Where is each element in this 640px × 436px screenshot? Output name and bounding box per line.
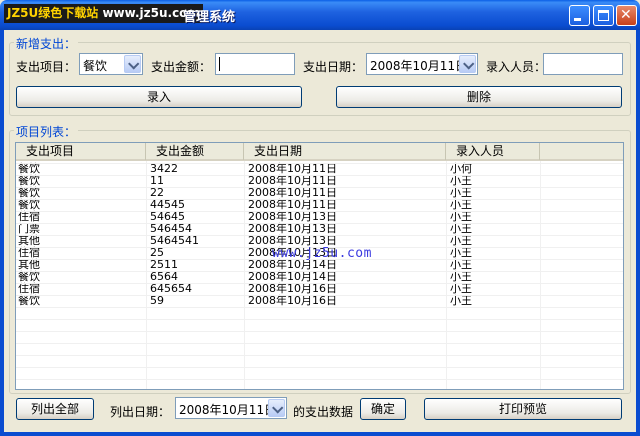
grid-line <box>16 379 623 380</box>
grid-line <box>16 175 623 176</box>
close-icon: ✕ <box>620 7 632 23</box>
window-frame-left <box>0 30 4 436</box>
expense-list-group-title: 项目列表： <box>14 123 79 140</box>
table-cell: 59 <box>150 294 164 307</box>
entry-person-label: 录入人员： <box>486 60 547 74</box>
grid-line <box>16 307 623 308</box>
site-logo: JZ5U绿色下载站 www.jz5u.com <box>4 4 203 23</box>
expense-item-label: 支出项目： <box>16 60 77 74</box>
list-date-picker[interactable]: 2008年10月11日 <box>175 397 287 419</box>
chevron-down-icon[interactable] <box>459 55 476 73</box>
expense-amount-input[interactable] <box>215 53 295 75</box>
list-suffix-label: 的支出数据 <box>293 405 354 419</box>
table-row[interactable]: 餐饮 59 2008年10月16日 小王 <box>16 295 623 307</box>
add-record-button[interactable]: 录入 <box>16 86 302 108</box>
grid-line <box>16 235 623 236</box>
new-expense-group-title: 新增支出： <box>14 35 79 52</box>
list-all-button[interactable]: 列出全部 <box>16 398 94 420</box>
grid-line <box>16 187 623 188</box>
table-cell: 餐饮 <box>18 294 40 307</box>
watermark-text: www.jz5u.com <box>272 246 372 261</box>
grid-line <box>16 199 623 200</box>
grid-line <box>16 283 623 284</box>
window-title: 管理系统 <box>183 10 236 25</box>
grid-line <box>16 331 623 332</box>
window-frame-bottom <box>0 432 640 436</box>
title-bar[interactable]: JZ5U绿色下载站 www.jz5u.com 管理系统 ✕ <box>0 0 640 30</box>
column-header-item[interactable]: 支出项目 <box>16 143 146 160</box>
text-caret <box>219 57 220 71</box>
window-frame-right <box>636 30 640 436</box>
grid-line <box>16 367 623 368</box>
expense-date-value: 2008年10月11日 <box>370 59 468 73</box>
minimize-button[interactable] <box>569 5 590 26</box>
expense-date-picker[interactable]: 2008年10月11日 <box>366 53 478 75</box>
grid-line <box>16 343 623 344</box>
grid-line <box>16 355 623 356</box>
column-header-person[interactable]: 录入人员 <box>446 143 540 160</box>
minimize-icon <box>574 18 581 21</box>
expense-item-select[interactable]: 餐饮 <box>79 53 143 75</box>
grid-line <box>16 223 623 224</box>
table-cell: 2008年10月16日 <box>248 294 337 307</box>
expense-amount-label: 支出金额： <box>151 60 212 74</box>
close-button[interactable]: ✕ <box>616 5 637 26</box>
grid-line <box>16 211 623 212</box>
print-preview-button[interactable]: 打印预览 <box>424 398 622 420</box>
column-header-amount[interactable]: 支出金额 <box>146 143 244 160</box>
maximize-button[interactable] <box>593 5 614 26</box>
chevron-down-icon[interactable] <box>124 55 141 73</box>
grid-line <box>16 271 623 272</box>
maximize-icon <box>598 10 609 21</box>
grid-line <box>16 163 623 164</box>
column-header-date[interactable]: 支出日期 <box>244 143 446 160</box>
delete-record-button[interactable]: 删除 <box>336 86 622 108</box>
expense-item-value: 餐饮 <box>83 59 108 73</box>
list-date-value: 2008年10月11日 <box>179 403 277 417</box>
expense-list-view[interactable]: 支出项目 支出金额 支出日期 录入人员 餐饮 3422 2008年10月11日 小何餐… <box>15 142 624 390</box>
chevron-down-icon[interactable] <box>268 399 285 417</box>
grid-line <box>16 319 623 320</box>
confirm-button[interactable]: 确定 <box>360 398 406 420</box>
expense-date-label: 支出日期： <box>303 60 364 74</box>
list-header: 支出项目 支出金额 支出日期 录入人员 <box>16 143 623 161</box>
grid-line <box>16 295 623 296</box>
table-cell: 小王 <box>450 294 472 307</box>
entry-person-input[interactable] <box>543 53 623 75</box>
list-date-label: 列出日期： <box>110 405 171 419</box>
